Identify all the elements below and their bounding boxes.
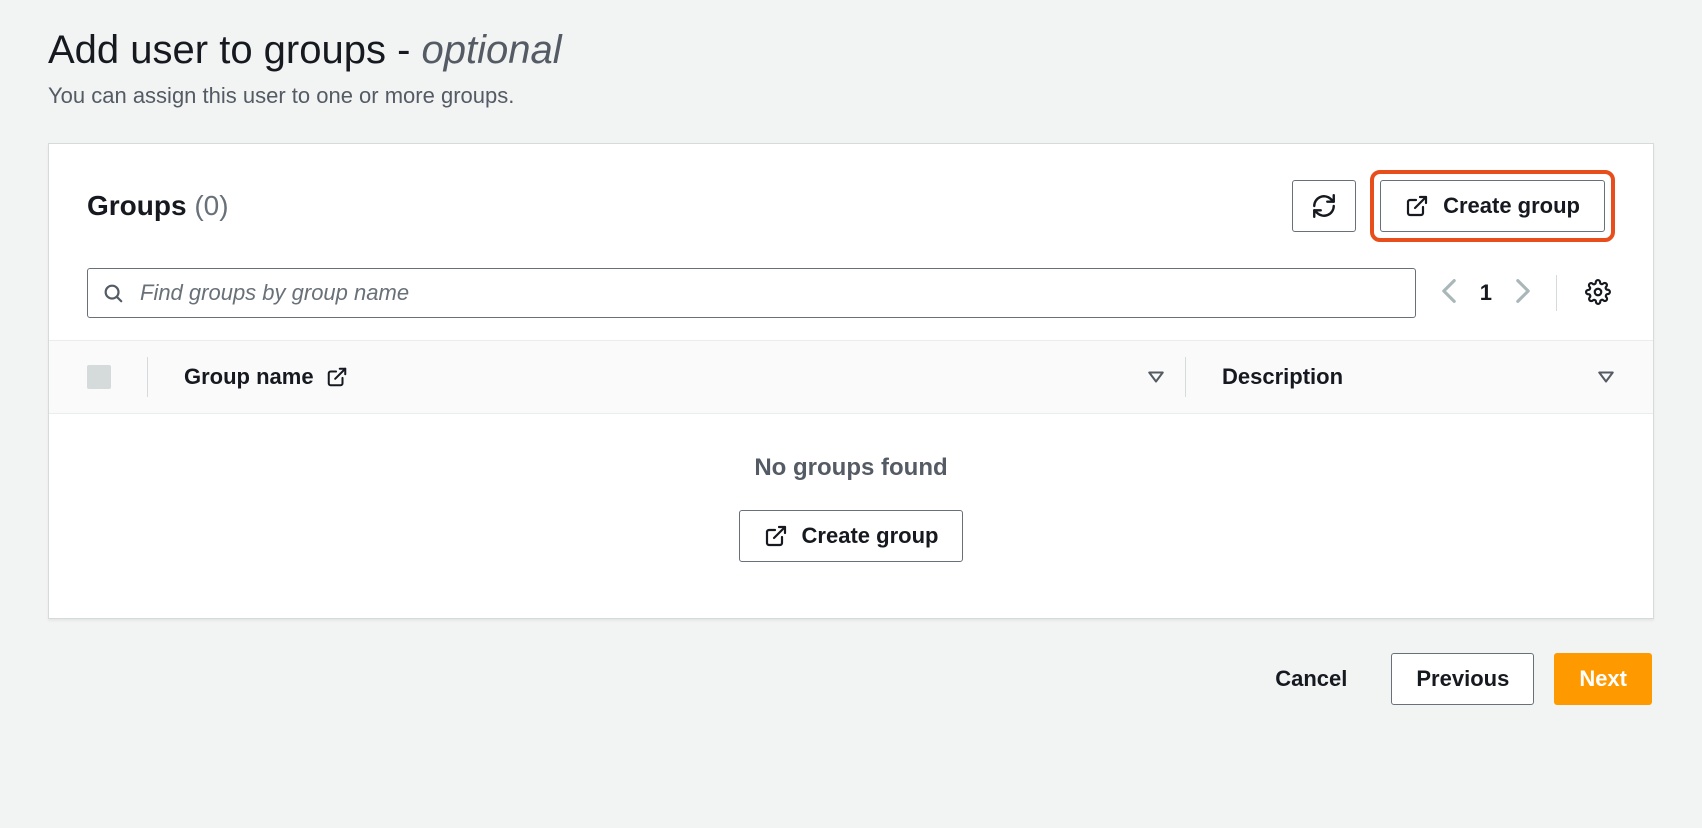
- gear-icon: [1585, 279, 1611, 305]
- sort-icon: [1147, 370, 1165, 384]
- refresh-icon: [1311, 193, 1337, 219]
- groups-panel: Groups (0) Create group: [48, 143, 1654, 619]
- column-group-name-label: Group name: [184, 364, 314, 390]
- empty-create-group-label: Create group: [802, 525, 939, 547]
- divider: [1556, 275, 1557, 311]
- external-link-icon: [326, 366, 348, 388]
- page-prev-button[interactable]: [1440, 278, 1458, 309]
- external-link-icon: [1405, 194, 1429, 218]
- search-box[interactable]: [87, 268, 1416, 318]
- create-group-label: Create group: [1443, 195, 1580, 217]
- previous-button[interactable]: Previous: [1391, 653, 1534, 705]
- panel-title: Groups (0): [87, 190, 229, 222]
- refresh-button[interactable]: [1292, 180, 1356, 232]
- chevron-left-icon: [1440, 278, 1458, 304]
- table-body: No groups found Create group: [49, 414, 1653, 618]
- empty-message: No groups found: [49, 454, 1653, 482]
- title-optional: optional: [422, 28, 562, 72]
- column-description[interactable]: Description: [1185, 357, 1615, 397]
- search-input[interactable]: [138, 279, 1401, 307]
- create-group-button[interactable]: Create group: [1380, 180, 1605, 232]
- sort-icon: [1597, 370, 1615, 384]
- table-header: Group name Description: [49, 340, 1653, 414]
- page-title: Add user to groups - optional: [48, 28, 1654, 73]
- title-main: Add user to groups: [48, 28, 386, 72]
- column-description-label: Description: [1222, 364, 1343, 390]
- cancel-button[interactable]: Cancel: [1251, 654, 1371, 704]
- wizard-footer: Cancel Previous Next: [48, 619, 1654, 705]
- create-group-highlight: Create group: [1370, 170, 1615, 242]
- empty-create-group-button[interactable]: Create group: [739, 510, 964, 562]
- column-group-name[interactable]: Group name: [147, 357, 1185, 397]
- page-number: 1: [1480, 280, 1492, 306]
- settings-button[interactable]: [1581, 275, 1615, 312]
- chevron-right-icon: [1514, 278, 1532, 304]
- page-subtitle: You can assign this user to one or more …: [48, 83, 1654, 109]
- select-all-checkbox[interactable]: [87, 365, 111, 389]
- external-link-icon: [764, 524, 788, 548]
- next-button[interactable]: Next: [1554, 653, 1652, 705]
- page-next-button[interactable]: [1514, 278, 1532, 309]
- panel-title-text: Groups: [87, 190, 187, 221]
- search-icon: [102, 282, 124, 304]
- pagination: 1: [1440, 278, 1532, 309]
- panel-count: (0): [194, 190, 228, 221]
- title-separator: -: [386, 28, 422, 72]
